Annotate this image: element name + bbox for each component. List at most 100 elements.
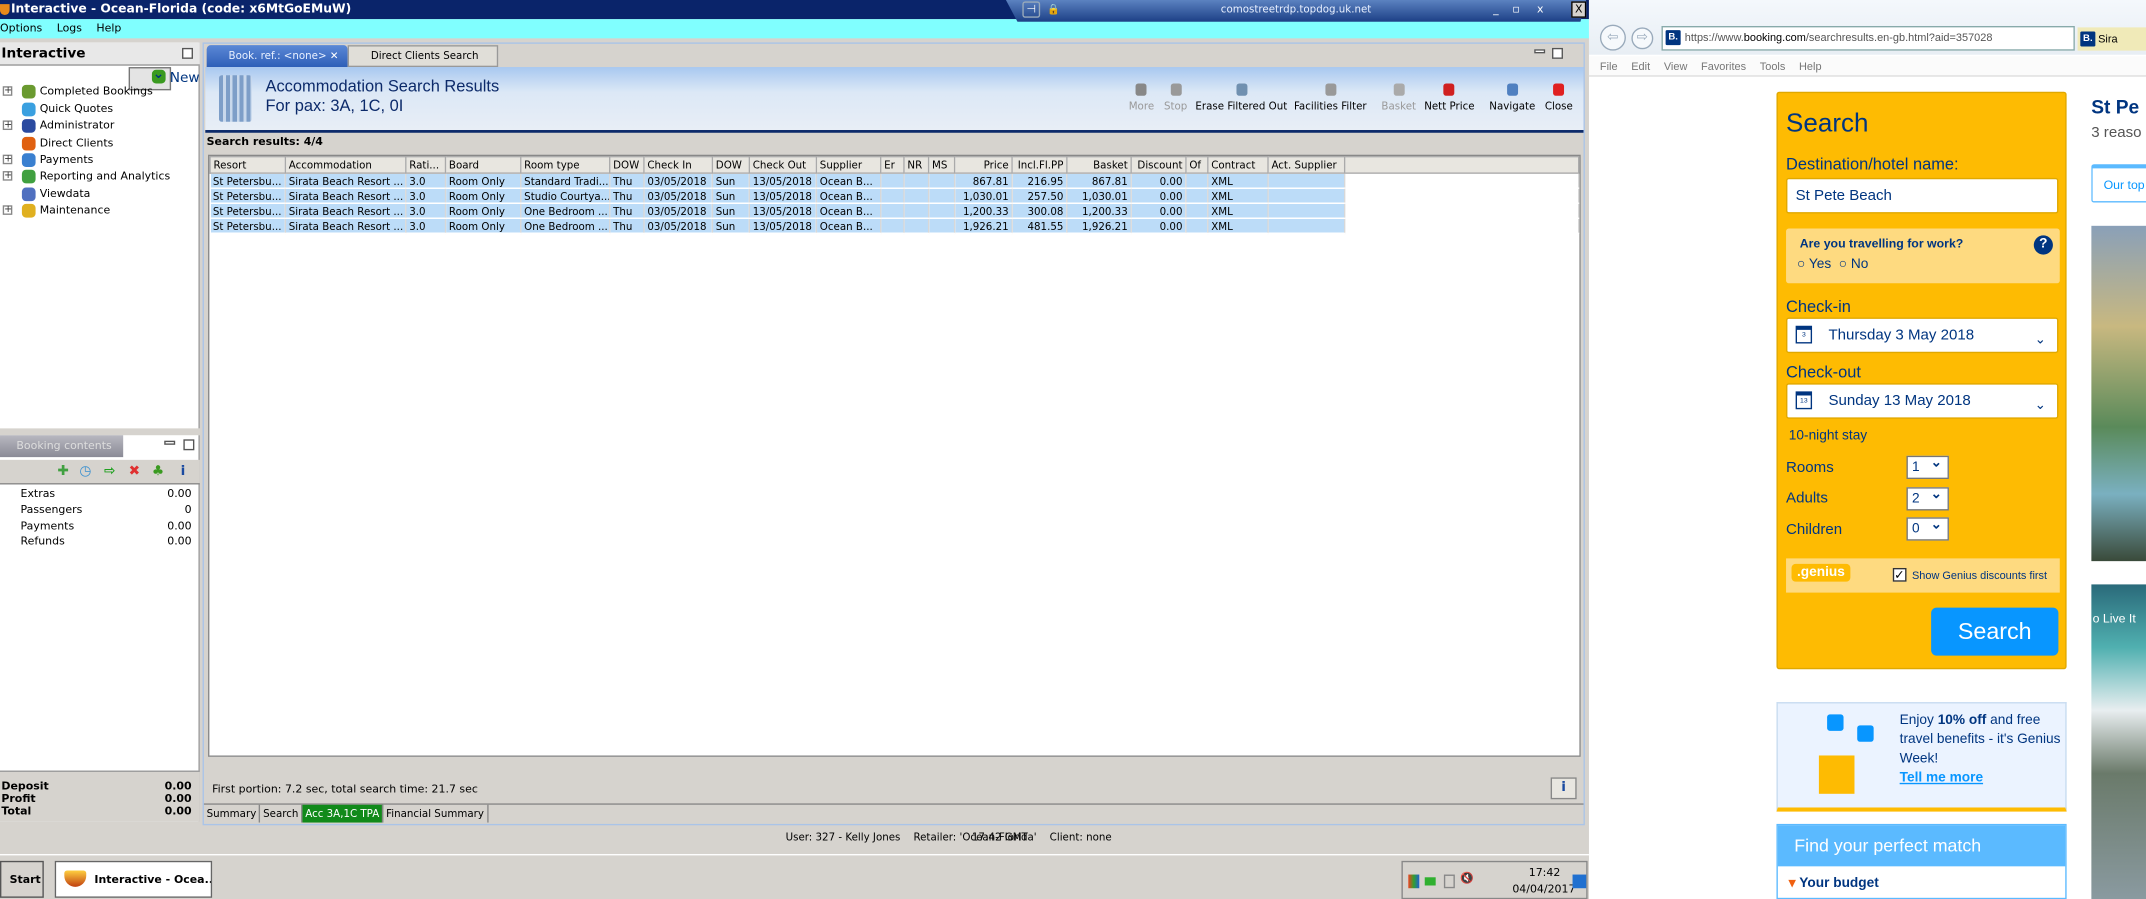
- minimize-icon[interactable]: [164, 440, 176, 445]
- tab-booking-ref[interactable]: Book. ref.: <none> ✕: [206, 45, 348, 68]
- column-header[interactable]: Check Out: [748, 156, 818, 174]
- bottom-tab-summary[interactable]: Summary: [204, 804, 261, 823]
- clock[interactable]: 17:42: [1529, 866, 1561, 878]
- expand-icon[interactable]: +: [2, 154, 13, 165]
- table-row[interactable]: St Petersbu... Sirata Beach Resort ... 3.0…: [210, 218, 1580, 235]
- address-bar[interactable]: B. https://www.booking.com/searchresults…: [1661, 26, 2075, 51]
- column-header[interactable]: Board: [444, 156, 522, 174]
- column-header[interactable]: Contract: [1207, 156, 1269, 174]
- caret-down-icon[interactable]: ▾: [1789, 876, 1796, 891]
- nav-item-viewdata[interactable]: Viewdata: [0, 186, 200, 202]
- bottom-tab-financial-summary[interactable]: Financial Summary: [383, 804, 489, 823]
- delete-icon[interactable]: ✖: [129, 464, 140, 479]
- restore-icon[interactable]: ▫: [1512, 0, 1519, 19]
- forward-icon[interactable]: ⇨: [1631, 27, 1654, 50]
- nav-item-completed-bookings[interactable]: + Completed Bookings: [0, 84, 200, 100]
- destination-input[interactable]: St Pete Beach: [1786, 177, 2059, 214]
- column-header[interactable]: Discount: [1130, 156, 1187, 174]
- column-header[interactable]: Supplier: [815, 156, 882, 174]
- bottom-tab-search[interactable]: Search: [260, 804, 303, 823]
- facilities-filter-button[interactable]: Facilities Filter: [1294, 83, 1367, 112]
- minimize-icon[interactable]: [1534, 49, 1546, 54]
- column-header[interactable]: NR: [903, 156, 930, 174]
- show-desktop-icon[interactable]: [1572, 874, 1587, 889]
- expand-icon[interactable]: +: [2, 120, 13, 131]
- column-header[interactable]: Of: [1185, 156, 1209, 174]
- browser-menu-tools[interactable]: Tools: [1760, 60, 1786, 72]
- browser-menu-edit[interactable]: Edit: [1631, 60, 1650, 72]
- column-header[interactable]: Er: [880, 156, 905, 174]
- menu-logs[interactable]: Logs: [57, 22, 82, 34]
- nav-item-reporting-and-analytics[interactable]: + Reporting and Analytics: [0, 169, 200, 185]
- column-header[interactable]: MS: [927, 156, 956, 174]
- tell-me-more-link[interactable]: Tell me more: [1900, 771, 1983, 786]
- booking-contents-tab[interactable]: Booking contents ✕: [0, 435, 124, 474]
- column-header[interactable]: Act. Supplier: [1267, 156, 1346, 174]
- menu-options[interactable]: Options: [0, 22, 42, 34]
- clock-icon[interactable]: ◷: [79, 464, 91, 479]
- table-row[interactable]: St Petersbu... Sirata Beach Resort ... 3.0…: [210, 203, 1580, 219]
- tab-direct-clients-search[interactable]: Direct Clients Search: [347, 45, 499, 68]
- close-button[interactable]: Close: [1545, 83, 1573, 112]
- expand-icon[interactable]: +: [2, 205, 13, 216]
- checkin-date[interactable]: 3 Thursday 3 May 2018 ⌄: [1786, 317, 2059, 354]
- close-icon[interactable]: x: [1537, 0, 1543, 19]
- column-header[interactable]: Basket: [1066, 156, 1132, 174]
- nav-item-payments[interactable]: + Payments: [0, 152, 200, 168]
- column-header[interactable]: Check In: [643, 156, 714, 174]
- nett-price-button[interactable]: Nett Price: [1424, 83, 1475, 112]
- search-button[interactable]: Search: [1931, 607, 2059, 656]
- column-header[interactable]: DOW: [711, 156, 751, 174]
- table-row[interactable]: St Petersbu... Sirata Beach Resort ... 3.0…: [210, 173, 1580, 189]
- nav-item-direct-clients[interactable]: Direct Clients: [0, 135, 200, 151]
- sort-tab[interactable]: Our top: [2091, 164, 2146, 203]
- erase-filtered-out-button[interactable]: Erase Filtered Out: [1195, 83, 1287, 112]
- nav-item-quick-quotes[interactable]: Quick Quotes: [0, 101, 200, 117]
- column-header[interactable]: Price: [953, 156, 1013, 174]
- basket-transfer-icon[interactable]: ⇨: [104, 464, 115, 479]
- browser-menu-file[interactable]: File: [1600, 60, 1618, 72]
- expand-icon[interactable]: +: [2, 86, 13, 97]
- column-header[interactable]: Accommodation: [284, 156, 407, 174]
- taskbar-item-interactive[interactable]: Interactive - Ocea...: [54, 860, 213, 898]
- more-button[interactable]: More: [1129, 83, 1154, 112]
- no-radio[interactable]: ○: [1839, 257, 1847, 272]
- window-close-button[interactable]: X: [1571, 1, 1587, 18]
- column-header[interactable]: Resort: [209, 156, 287, 174]
- column-header[interactable]: Rati...: [405, 156, 447, 174]
- back-icon[interactable]: ⇦: [1599, 24, 1626, 51]
- bottom-tab-acc-3a-1c-tpa[interactable]: Acc 3A,1C TPA: [302, 804, 384, 823]
- maximize-icon[interactable]: [1552, 47, 1563, 59]
- yes-radio[interactable]: ○: [1797, 257, 1805, 272]
- column-header[interactable]: Room type: [520, 156, 611, 174]
- collapse-icon[interactable]: [182, 47, 193, 59]
- minimize-icon[interactable]: _: [1493, 0, 1498, 19]
- network-card-icon[interactable]: [1424, 877, 1436, 886]
- checkout-date[interactable]: 13 Sunday 13 May 2018 ⌄: [1786, 383, 2059, 419]
- antivirus-icon[interactable]: [1408, 874, 1420, 889]
- column-header[interactable]: DOW: [609, 156, 645, 174]
- device-icon[interactable]: [1443, 874, 1455, 889]
- column-header[interactable]: Incl.Fl.PP: [1011, 156, 1068, 174]
- browser-menu-view[interactable]: View: [1664, 60, 1688, 72]
- expand-icon[interactable]: +: [2, 171, 13, 182]
- add-icon[interactable]: ✚: [57, 464, 68, 479]
- hotel-photo[interactable]: [2091, 225, 2146, 562]
- pin-icon[interactable]: ⊣: [1022, 1, 1041, 18]
- info-button[interactable]: i: [1550, 777, 1577, 800]
- nav-item-maintenance[interactable]: + Maintenance: [0, 203, 200, 219]
- date[interactable]: 04/04/2017: [1512, 883, 1575, 895]
- basket-button[interactable]: Basket: [1381, 83, 1416, 112]
- adults-select[interactable]: 2: [1906, 484, 1949, 511]
- table-row[interactable]: St Petersbu... Sirata Beach Resort ... 3.0…: [210, 188, 1580, 204]
- browser-menu-help[interactable]: Help: [1799, 60, 1822, 72]
- browser-menu-favorites[interactable]: Favorites: [1701, 60, 1746, 72]
- maximize-icon[interactable]: [183, 439, 195, 451]
- stop-button[interactable]: Stop: [1164, 83, 1187, 112]
- budget-filter[interactable]: Your budget: [1799, 876, 1879, 891]
- children-select[interactable]: 0: [1906, 515, 1949, 541]
- navigate-button[interactable]: Navigate: [1489, 83, 1535, 112]
- volume-muted-icon[interactable]: 🔇: [1460, 872, 1474, 886]
- ad-banner[interactable]: o Live It: [2091, 584, 2146, 899]
- close-tab-icon[interactable]: ✕: [330, 49, 339, 61]
